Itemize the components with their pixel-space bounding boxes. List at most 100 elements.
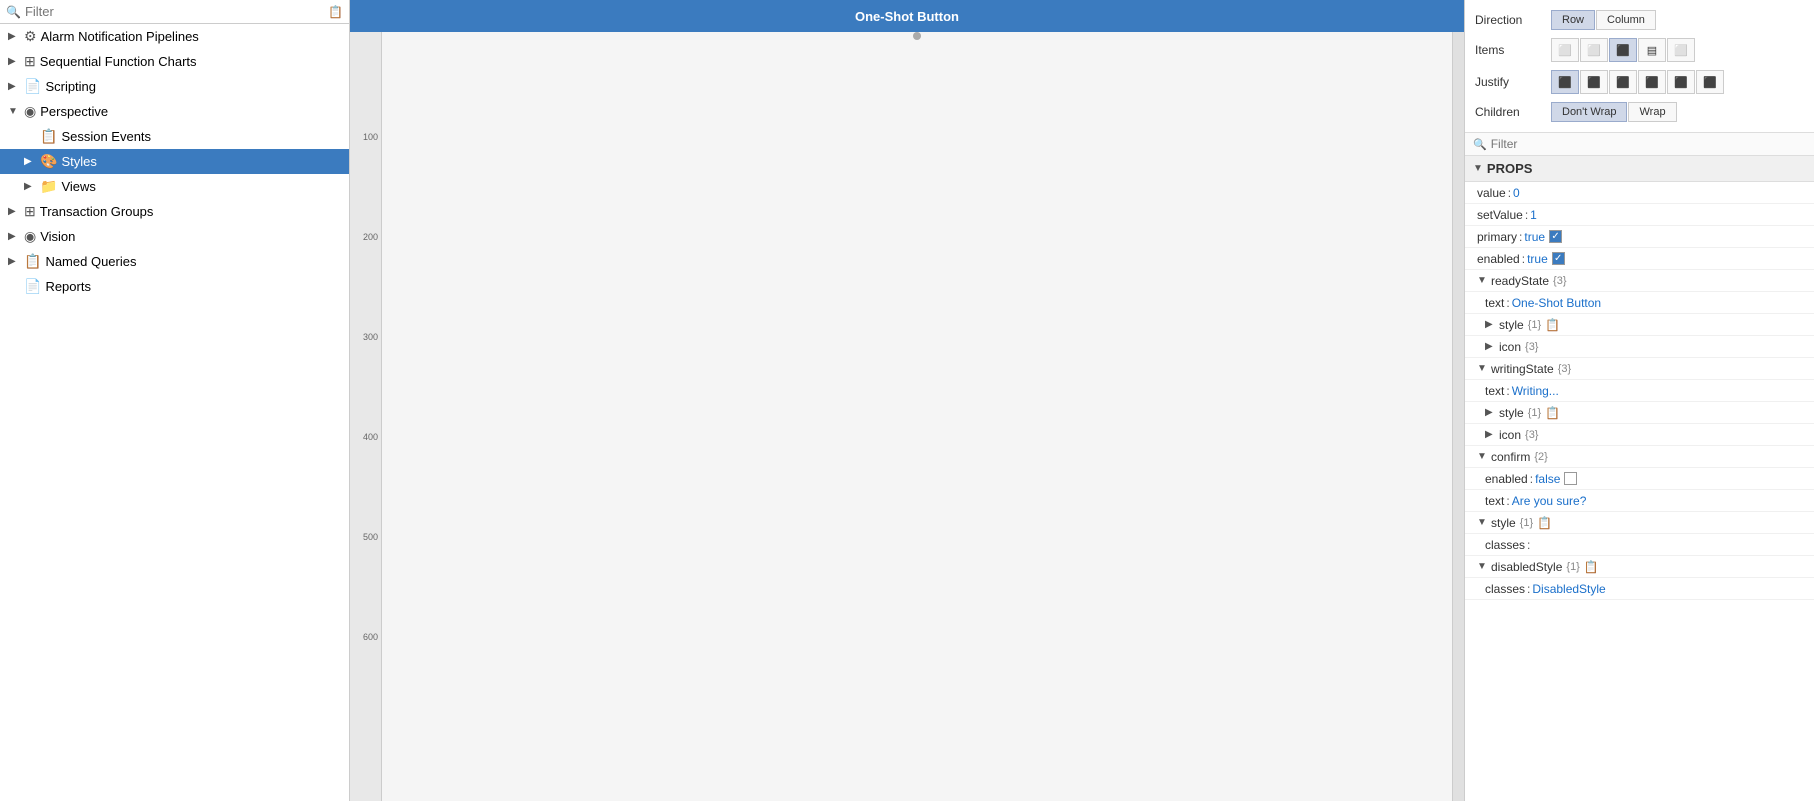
props-section: PROPS value:0setValue:1primary:trueenabl… [1465,156,1814,801]
canvas-area: One-Shot Button 100200300400500600 [350,0,1464,801]
layout-controls: Direction Row Column Items ⬜ ⬜ ⬛ ▤ ⬜ Jus… [1465,0,1814,133]
prop-note-15[interactable]: 📋 [1537,516,1552,530]
children-dontwrap-btn[interactable]: Don't Wrap [1551,102,1627,122]
reports-label: Reports [45,279,341,294]
named-queries-label: Named Queries [45,254,341,269]
sidebar-clear-icon[interactable]: 📋 [328,5,343,19]
prop-key-6: style [1499,318,1524,332]
sidebar-item-vision[interactable]: ▶◉Vision [0,224,349,249]
prop-note-10[interactable]: 📋 [1545,406,1560,420]
prop-key-7: icon [1499,340,1521,354]
prop-row-17[interactable]: ▼disabledStyle {1}📋 [1465,556,1814,578]
sidebar-item-alarm-pipelines[interactable]: ▶⚙Alarm Notification Pipelines [0,24,349,49]
children-label: Children [1475,105,1545,119]
sidebar-filter-input[interactable] [25,4,324,19]
direction-col-btn[interactable]: Column [1596,10,1656,30]
sidebar-item-views[interactable]: ▶📁Views [0,174,349,199]
sidebar-item-styles[interactable]: ▶🎨Styles [0,149,349,174]
props-filter-bar: 🔍 [1465,133,1814,156]
prop-row-12[interactable]: ▼confirm {2} [1465,446,1814,468]
vision-arrow: ▶ [8,231,20,242]
sidebar-item-perspective[interactable]: ▼◉Perspective [0,99,349,124]
prop-count-17: {1} [1566,561,1579,573]
prop-key-10: style [1499,406,1524,420]
prop-key-18: classes [1485,582,1525,596]
sidebar-item-transaction-groups[interactable]: ▶⊞Transaction Groups [0,199,349,224]
prop-row-13: enabled:false [1465,468,1814,490]
prop-row-9: text:Writing... [1465,380,1814,402]
prop-colon-9: : [1506,384,1509,398]
prop-checkbox-13[interactable] [1564,472,1577,485]
prop-row-4[interactable]: ▼readyState {3} [1465,270,1814,292]
justify-btn-1[interactable]: ⬛ [1551,70,1579,94]
justify-btn-3[interactable]: ⬛ [1609,70,1637,94]
right-panel: Direction Row Column Items ⬜ ⬜ ⬛ ▤ ⬜ Jus… [1464,0,1814,801]
prop-count-15: {1} [1520,517,1533,529]
prop-row-10[interactable]: ▶style {1} 📋 [1465,402,1814,424]
prop-key-8: writingState [1491,362,1554,376]
direction-row-btn[interactable]: Row [1551,10,1595,30]
prop-val-13: false [1535,472,1560,486]
prop-arrow-10: ▶ [1485,407,1499,418]
prop-note-17[interactable]: 📋 [1584,560,1599,574]
sidebar-item-named-queries[interactable]: ▶📋Named Queries [0,249,349,274]
canvas-resize-handle[interactable] [913,32,921,40]
prop-row-11[interactable]: ▶icon {3} [1465,424,1814,446]
sidebar-item-sequential-function-charts[interactable]: ▶⊞Sequential Function Charts [0,49,349,74]
items-btn-1[interactable]: ⬜ [1551,38,1579,62]
justify-btn-group: ⬛ ⬛ ⬛ ⬛ ⬛ ⬛ [1551,70,1724,94]
prop-row-7[interactable]: ▶icon {3} [1465,336,1814,358]
sequential-function-charts-label: Sequential Function Charts [40,54,341,69]
prop-colon-1: : [1525,208,1528,222]
prop-val-2: true [1524,230,1545,244]
props-header[interactable]: PROPS [1465,156,1814,182]
prop-count-6: {1} [1528,319,1541,331]
styles-arrow: ▶ [24,156,36,167]
prop-note-6[interactable]: 📋 [1545,318,1560,332]
items-btn-4[interactable]: ▤ [1638,38,1666,62]
sidebar-item-scripting[interactable]: ▶📄Scripting [0,74,349,99]
ruler-mark-400: 400 [350,432,381,442]
canvas-header: One-Shot Button [350,0,1464,32]
justify-btn-6[interactable]: ⬛ [1696,70,1724,94]
named-queries-arrow: ▶ [8,256,20,267]
prop-row-6[interactable]: ▶style {1}📋 [1465,314,1814,336]
prop-row-8[interactable]: ▼writingState {3} [1465,358,1814,380]
vision-label: Vision [40,229,341,244]
prop-checkbox-3[interactable] [1552,252,1565,265]
justify-btn-5[interactable]: ⬛ [1667,70,1695,94]
sidebar-item-reports[interactable]: 📄 Reports [0,274,349,299]
prop-arrow-17: ▼ [1477,561,1491,572]
items-btn-5[interactable]: ⬜ [1667,38,1695,62]
prop-count-7: {3} [1525,341,1538,353]
prop-arrow-7: ▶ [1485,341,1499,352]
prop-colon-14: : [1506,494,1509,508]
props-filter-input[interactable] [1491,137,1806,151]
items-label: Items [1475,43,1545,57]
sidebar: 🔍 📋 ▶⚙Alarm Notification Pipelines▶⊞Sequ… [0,0,350,801]
children-wrap-btn[interactable]: Wrap [1628,102,1676,122]
items-btn-3[interactable]: ⬛ [1609,38,1637,62]
justify-label: Justify [1475,75,1545,89]
views-icon: 📁 [40,178,57,195]
reports-icon: 📄 [24,278,41,295]
prop-row-15[interactable]: ▼style {1}📋 [1465,512,1814,534]
children-row: Children Don't Wrap Wrap [1465,98,1814,126]
justify-btn-2[interactable]: ⬛ [1580,70,1608,94]
prop-key-14: text [1485,494,1504,508]
vertical-scrollbar[interactable] [1452,32,1464,801]
prop-count-10: {1} [1528,407,1541,419]
canvas-body: 100200300400500600 [350,32,1464,801]
prop-key-11: icon [1499,428,1521,442]
prop-checkbox-2[interactable] [1549,230,1562,243]
items-btn-group: ⬜ ⬜ ⬛ ▤ ⬜ [1551,38,1695,62]
canvas-main[interactable] [382,32,1452,801]
prop-key-1: setValue [1477,208,1523,222]
prop-row-16: classes: [1465,534,1814,556]
ruler-mark-100: 100 [350,132,381,142]
sidebar-item-session-events[interactable]: 📋Session Events [0,124,349,149]
styles-label: Styles [61,154,341,169]
items-btn-2[interactable]: ⬜ [1580,38,1608,62]
views-label: Views [61,179,341,194]
justify-btn-4[interactable]: ⬛ [1638,70,1666,94]
